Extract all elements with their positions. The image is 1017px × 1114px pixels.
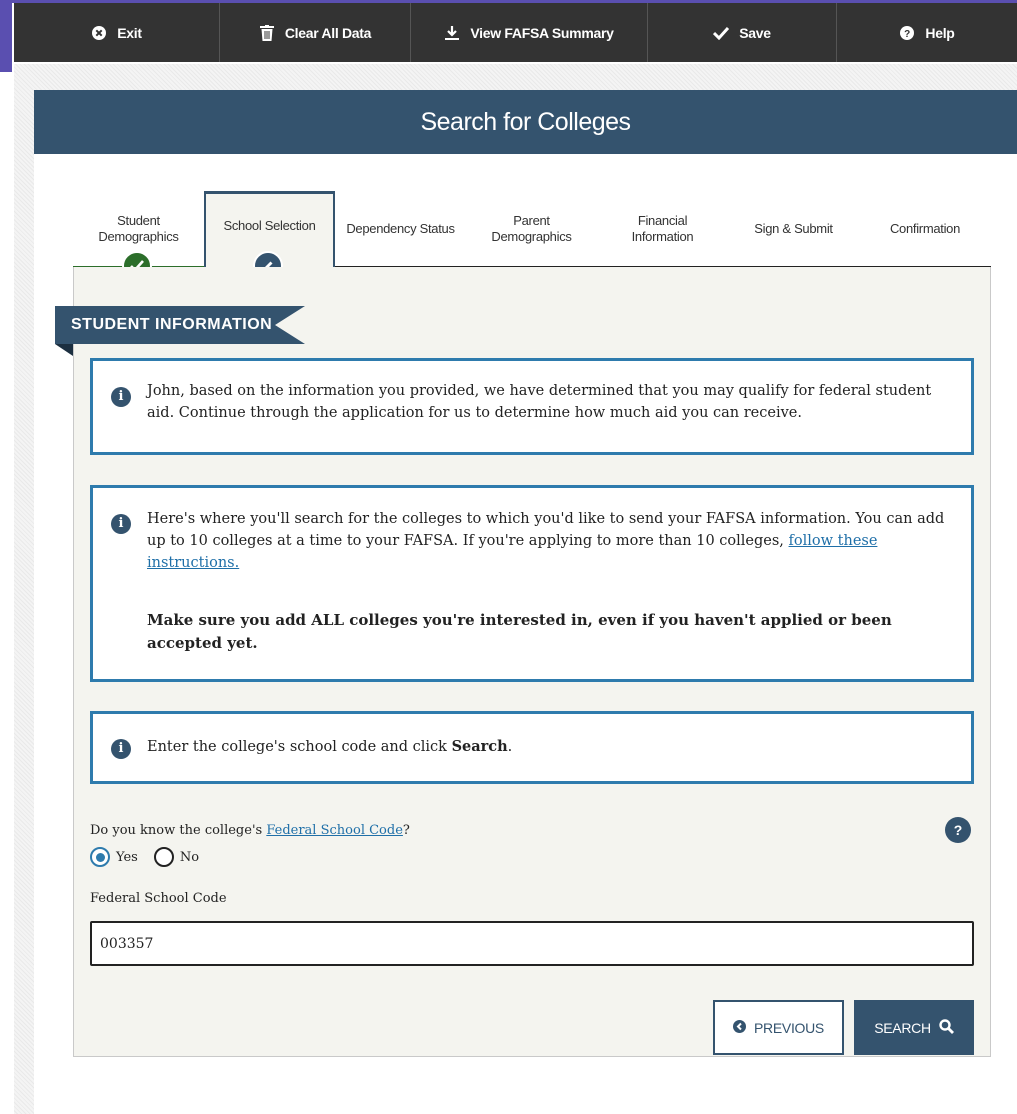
tab-label: Parent [513,212,550,228]
tab-label: Information [631,229,694,244]
window-left-edge [0,0,12,1114]
question-suffix: ? [402,823,410,838]
school-code-question: Do you know the college's Federal School… [90,823,410,838]
info-box-eligibility: i John, based on the information you pro… [90,358,974,455]
radio-group: Yes No [90,847,199,867]
search-button[interactable]: SEARCH [854,1000,974,1055]
help-question-icon[interactable]: ? [945,817,971,843]
question-prefix: Do you know the college's [90,823,267,838]
info-text-bold: Search [451,738,508,755]
radio-yes[interactable]: Yes [90,847,138,867]
section-title: STUDENT INFORMATION [55,306,305,344]
svg-text:?: ? [905,29,911,40]
search-label: SEARCH [874,1019,931,1036]
tab-confirmation[interactable]: Confirmation [859,189,991,269]
info-icon: i [111,514,131,534]
page-title: Search for Colleges [34,90,1017,154]
save-label: Save [739,24,771,41]
download-icon [444,25,460,41]
federal-school-code-input[interactable] [90,921,974,966]
radio-unselected-indicator[interactable] [153,847,174,867]
radio-selected-indicator[interactable] [90,847,110,867]
view-fafsa-summary-label: View FAFSA Summary [470,24,614,41]
clear-all-data-button[interactable]: Clear All Data [220,3,411,62]
exit-label: Exit [117,24,142,41]
help-label: Help [925,24,955,41]
trash-icon [259,24,275,41]
info-text: John, based on the information you provi… [147,383,932,421]
info-text: Here's where you'll search for the colle… [147,509,951,574]
tab-label: Confirmation [889,220,961,236]
tab-label: Sign & Submit [754,220,833,236]
help-circle-icon: ? [899,25,915,41]
info-text: Enter the college's school code and clic… [147,736,951,759]
radio-yes-label: Yes [116,849,138,865]
top-toolbar: Exit Clear All Data View FAFSA Summary S… [14,3,1017,62]
window-accent [0,0,12,72]
info-text-body: Enter the college's school code and clic… [147,739,452,755]
tab-parent-demographics[interactable]: Parent Demographics [466,189,597,269]
radio-no[interactable]: No [153,847,200,867]
previous-arrow-icon [733,1019,747,1036]
exit-button[interactable]: Exit [14,3,220,62]
tab-label: Student [117,212,160,228]
progress-tabs: Student Demographics School Selection Dep… [73,189,991,281]
tab-label: School Selection [223,218,316,234]
view-fafsa-summary-button[interactable]: View FAFSA Summary [411,3,648,62]
clear-all-data-label: Clear All Data [284,24,372,41]
tab-financial-information[interactable]: Financial Information [597,189,728,269]
info-bold-note: Make sure you add ALL colleges you're in… [147,611,892,652]
tab-sign-submit[interactable]: Sign & Submit [728,189,859,269]
info-icon: i [111,387,131,407]
close-circle-icon [91,25,107,41]
save-button[interactable]: Save [648,3,837,62]
info-icon: i [111,739,131,759]
tab-label: Demographics [491,229,572,244]
previous-label: PREVIOUS [754,1019,824,1036]
previous-button[interactable]: PREVIOUS [713,1000,844,1055]
tab-label: Financial [637,212,688,228]
search-icon [939,1018,954,1037]
tab-label: Dependency Status [346,220,455,236]
info-box-college-search: i Here's where you'll search for the col… [90,485,974,682]
info-box-school-code: i Enter the college's school code and cl… [90,711,974,784]
federal-school-code-link[interactable]: Federal School Code [266,823,403,838]
tab-label: Demographics [98,229,179,244]
checkmark-icon [713,25,730,41]
info-text-end: . [507,739,513,755]
federal-school-code-label: Federal School Code [90,891,227,906]
radio-no-label: No [179,849,200,865]
tab-dependency-status[interactable]: Dependency Status [335,189,466,269]
help-button[interactable]: ? Help [837,3,1017,62]
